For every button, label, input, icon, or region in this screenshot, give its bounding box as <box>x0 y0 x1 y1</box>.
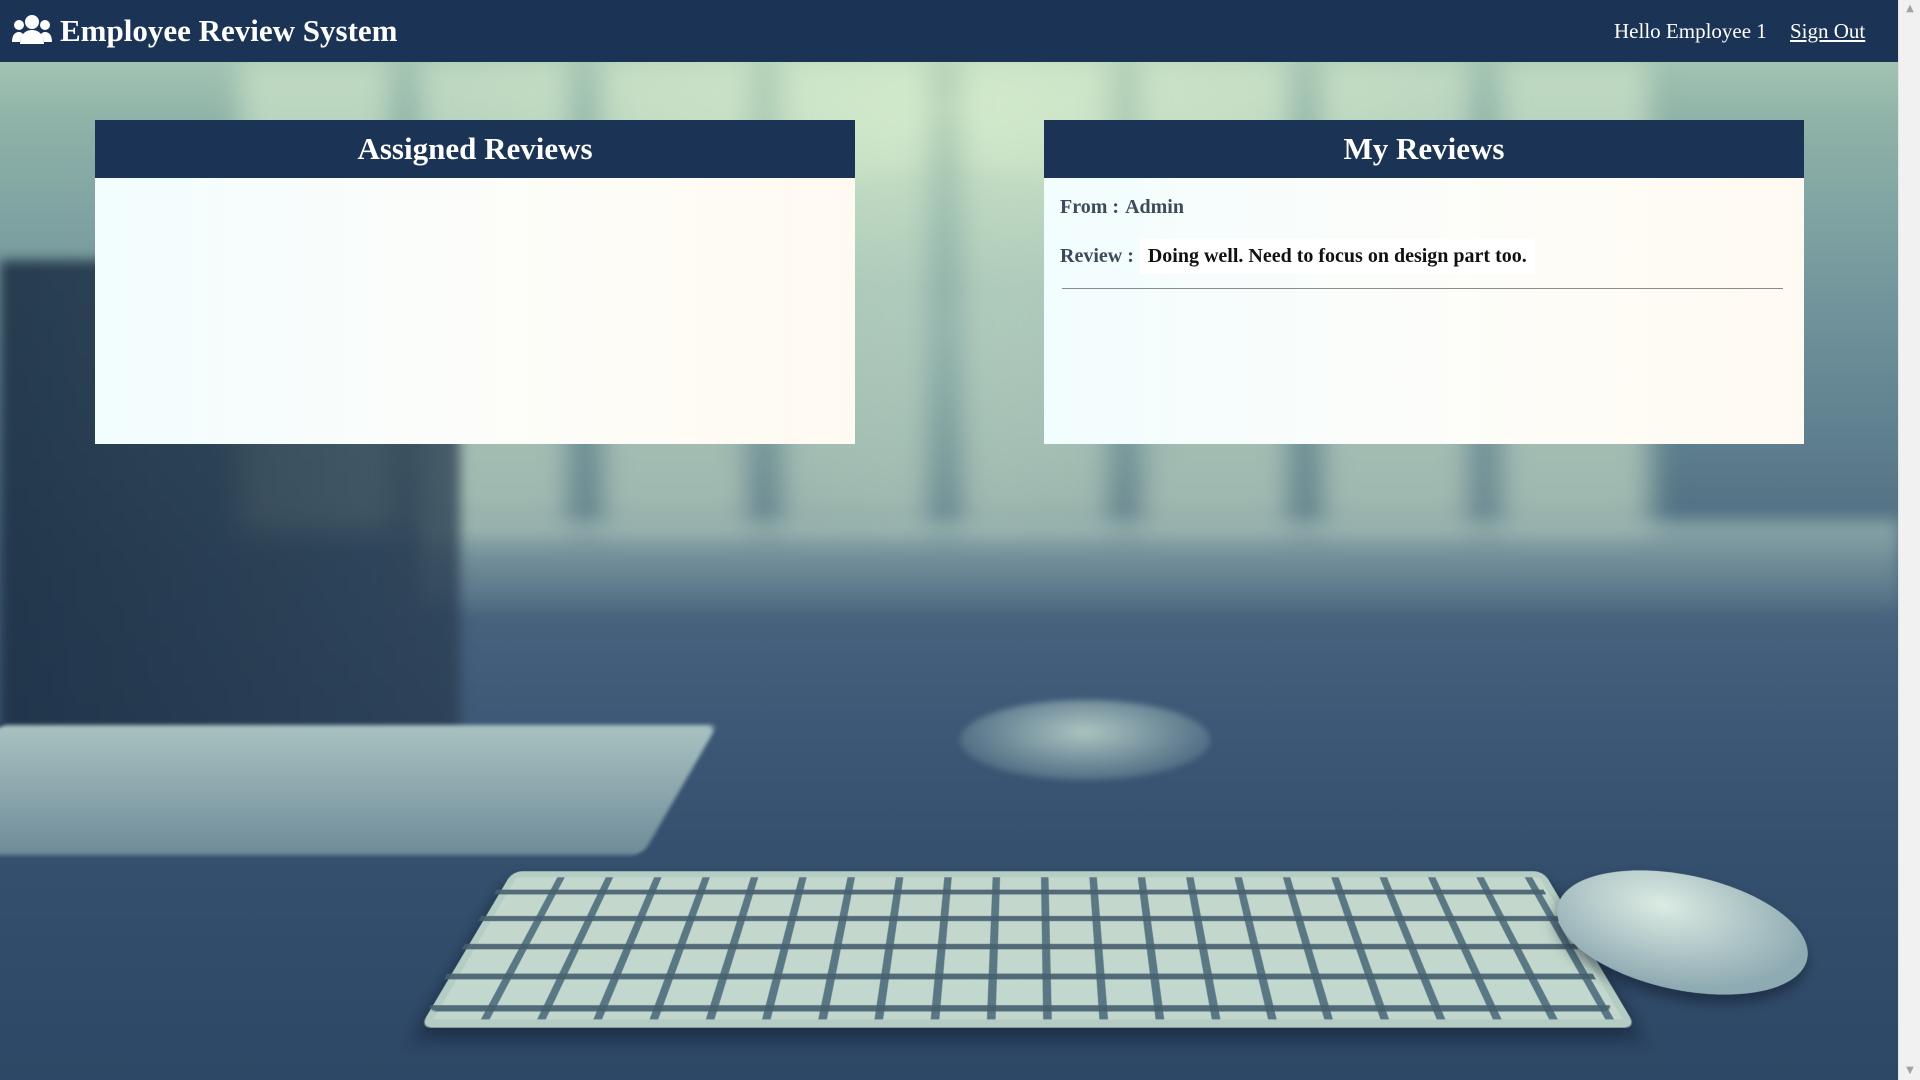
page-scrollbar[interactable]: ▲ ▼ <box>1898 0 1920 1080</box>
top-navbar: Employee Review System Hello Employee 1 … <box>0 0 1898 62</box>
background-keyboard-rows <box>425 869 1615 1012</box>
background-sill <box>420 520 1898 610</box>
review-text-row: Review : Doing well. Need to focus on de… <box>1060 239 1786 274</box>
my-reviews-title: My Reviews <box>1044 120 1804 178</box>
scroll-up-arrow-icon[interactable]: ▲ <box>1899 0 1920 18</box>
users-icon <box>12 15 52 44</box>
review-text: Doing well. Need to focus on design part… <box>1139 239 1535 274</box>
review-divider <box>1062 288 1783 289</box>
sign-out-link[interactable]: Sign Out <box>1790 0 1865 62</box>
my-reviews-panel: My Reviews From : Admin Review : Doing w… <box>1044 120 1804 444</box>
app-title: Employee Review System <box>60 13 398 48</box>
review-text-label: Review : <box>1060 245 1134 267</box>
assigned-reviews-title: Assigned Reviews <box>95 120 855 178</box>
review-from-label: From : <box>1060 196 1120 218</box>
background-bowl <box>960 700 1210 780</box>
scroll-down-arrow-icon[interactable]: ▼ <box>1899 1062 1920 1080</box>
brand[interactable]: Employee Review System <box>12 0 398 62</box>
review-from-row: From : Admin <box>1060 196 1786 219</box>
user-greeting: Hello Employee 1 <box>1614 19 1767 43</box>
review-from-value: Admin <box>1125 196 1184 218</box>
review-item: From : Admin Review : Doing well. Need t… <box>1044 178 1804 289</box>
background-laptop <box>0 725 718 855</box>
assigned-reviews-panel: Assigned Reviews <box>95 120 855 444</box>
